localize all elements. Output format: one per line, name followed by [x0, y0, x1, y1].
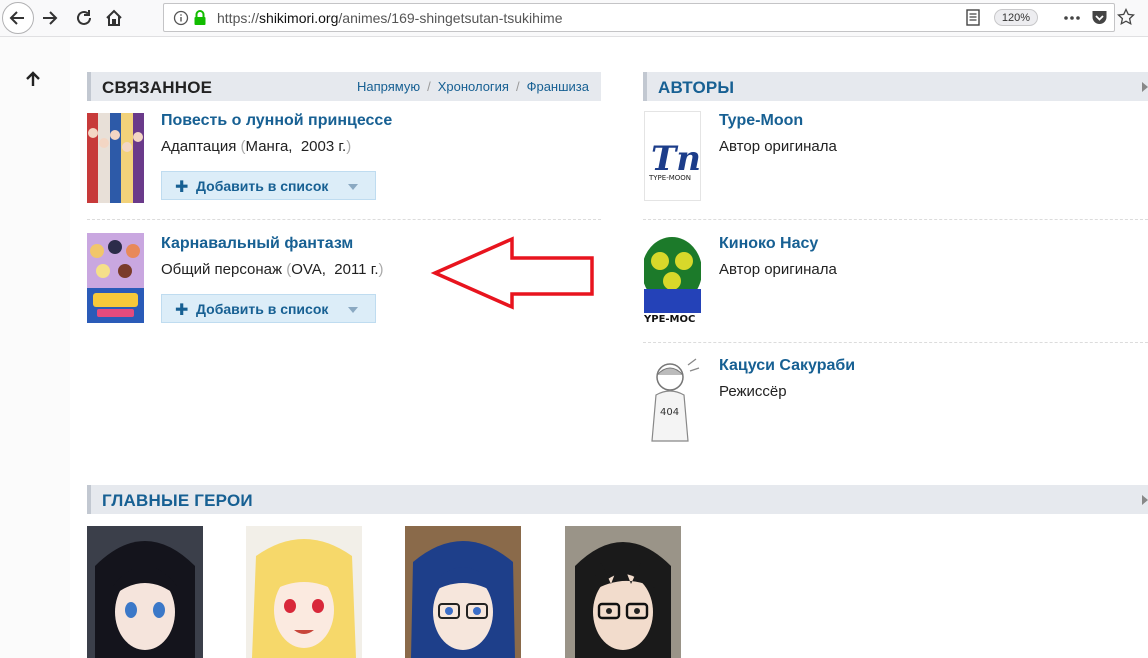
- reload-icon: [77, 10, 91, 25]
- year-label: 2011 г.: [334, 261, 379, 278]
- zoom-level-badge[interactable]: 120%: [994, 9, 1038, 26]
- left-sidebar-strip: [0, 37, 70, 658]
- forward-button[interactable]: [36, 4, 64, 32]
- reload-button[interactable]: [70, 4, 98, 32]
- add-to-list-label: Добавить в список: [196, 301, 329, 317]
- back-button[interactable]: [2, 2, 34, 34]
- authors-section-header: АВТОРЫ: [643, 72, 1148, 101]
- divider: [643, 342, 1148, 343]
- author-image-3[interactable]: 404: [644, 355, 701, 445]
- pocket-icon[interactable]: [1091, 9, 1108, 26]
- author-image-2[interactable]: YPE-MOC: [644, 233, 701, 323]
- expand-arrow-icon[interactable]: [1142, 82, 1148, 92]
- address-bar[interactable]: https://shikimori.org/animes/169-shinget…: [163, 3, 1135, 32]
- authors-section-title: АВТОРЫ: [658, 78, 735, 97]
- character-card[interactable]: [565, 526, 681, 658]
- chevron-down-icon[interactable]: [348, 184, 358, 190]
- related-poster-1[interactable]: [87, 113, 144, 203]
- add-to-list-label: Добавить в список: [196, 178, 329, 194]
- home-button[interactable]: [100, 4, 128, 32]
- author-role-1: Автор оригинала: [719, 138, 837, 155]
- tab-franchise[interactable]: Франшиза: [527, 79, 589, 94]
- tab-separator: /: [427, 79, 431, 94]
- character-card[interactable]: [405, 526, 521, 658]
- kind-label: OVA,: [291, 261, 326, 278]
- author-image-1[interactable]: Tn TYPE-MOON: [644, 111, 701, 201]
- logo-text: YPE-MOC: [644, 314, 695, 323]
- url-prefix: https://: [217, 10, 260, 26]
- relation-label: Адаптация: [161, 138, 237, 155]
- author-name-3[interactable]: Кацуси Сакураби: [719, 357, 855, 375]
- add-to-list-button[interactable]: ✚ Добавить в список: [161, 171, 376, 200]
- divider: [643, 219, 1148, 220]
- browser-toolbar: https://shikimori.org/animes/169-shinget…: [0, 0, 1148, 37]
- character-card[interactable]: [87, 526, 203, 658]
- tab-direct[interactable]: Напрямую: [357, 79, 420, 94]
- shirt-text: 404: [660, 407, 679, 418]
- reader-view-icon[interactable]: [966, 9, 980, 26]
- related-title-2[interactable]: Карнавальный фантазм: [161, 235, 353, 253]
- expand-arrow-icon[interactable]: [1142, 495, 1148, 505]
- url-text[interactable]: https://shikimori.org/animes/169-shinget…: [217, 10, 563, 26]
- character-card[interactable]: [246, 526, 362, 658]
- info-icon[interactable]: [173, 10, 189, 26]
- chevron-down-icon[interactable]: [348, 307, 358, 313]
- author-name-1[interactable]: Type-Moon: [719, 112, 803, 130]
- main-characters-section-header: ГЛАВНЫЕ ГЕРОИ: [87, 485, 1148, 514]
- page-actions-icon[interactable]: [1063, 9, 1081, 27]
- author-role-2: Автор оригинала: [719, 261, 837, 278]
- related-section-header: СВЯЗАННОЕ Напрямую / Хронология / Франшиза: [87, 72, 601, 101]
- related-meta-1: Адаптация (Манга, 2003 г.): [161, 138, 351, 155]
- kind-label: Манга,: [245, 138, 293, 155]
- tab-separator: /: [515, 79, 520, 94]
- url-path: /animes/169-shingetsutan-tsukihime: [338, 10, 563, 26]
- author-name-2[interactable]: Киноко Насу: [719, 235, 818, 253]
- svg-text:Tn: Tn: [651, 139, 701, 179]
- related-section-title: СВЯЗАННОЕ: [102, 78, 213, 97]
- paren-close: ): [378, 261, 384, 278]
- lock-icon[interactable]: [193, 9, 207, 26]
- year-label: 2003 г.: [300, 138, 347, 155]
- scroll-to-top-icon[interactable]: [24, 70, 42, 88]
- forward-arrow-icon: [43, 11, 58, 25]
- paren-close: ): [346, 138, 352, 155]
- author-role-3: Режиссёр: [719, 383, 787, 400]
- related-title-1[interactable]: Повесть о лунной принцессе: [161, 112, 392, 130]
- relation-label: Общий персонаж: [161, 261, 283, 278]
- plus-icon: ✚: [175, 179, 189, 196]
- logo-text: TYPE-MOON: [648, 174, 691, 182]
- home-icon: [106, 9, 122, 26]
- url-host: shikimori.org: [259, 10, 339, 26]
- add-to-list-button[interactable]: ✚ Добавить в список: [161, 294, 376, 323]
- related-meta-2: Общий персонаж (OVA, 2011 г.): [161, 261, 384, 278]
- bookmark-star-icon[interactable]: [1117, 8, 1135, 26]
- related-tabs: Напрямую / Хронология / Франшиза: [357, 79, 589, 94]
- divider: [87, 219, 601, 220]
- related-poster-2[interactable]: [87, 233, 144, 323]
- back-arrow-icon: [9, 11, 24, 25]
- tab-chronology[interactable]: Хронология: [438, 79, 509, 94]
- main-characters-section-title: ГЛАВНЫЕ ГЕРОИ: [102, 491, 253, 510]
- annotation-arrow-icon: [430, 236, 594, 310]
- plus-icon: ✚: [175, 302, 189, 319]
